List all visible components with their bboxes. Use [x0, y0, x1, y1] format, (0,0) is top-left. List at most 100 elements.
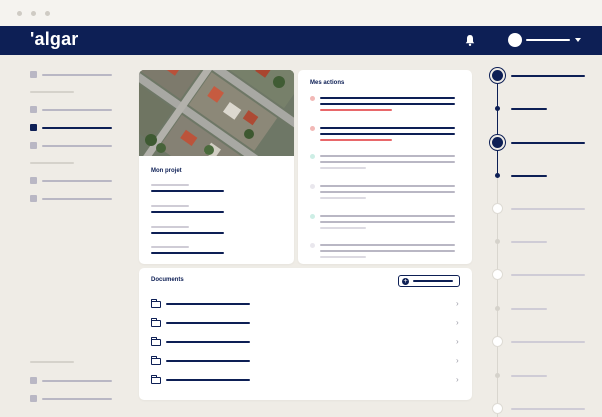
action-item-line: [320, 103, 455, 105]
timeline-step-label: [511, 75, 585, 77]
timeline-substep-label: [511, 241, 547, 243]
document-row[interactable]: [166, 303, 250, 305]
field-value: [151, 211, 224, 213]
folder-icon: [151, 375, 161, 384]
timeline-substep-label: [511, 375, 547, 377]
chevron-down-icon[interactable]: [575, 38, 581, 42]
timeline-substep-pending[interactable]: [495, 306, 500, 311]
timeline-substep-completed[interactable]: [495, 106, 500, 111]
action-status-dot-late: [310, 96, 315, 101]
timeline-step-completed[interactable]: [492, 70, 503, 81]
brand-logo[interactable]: 'algar: [30, 29, 79, 50]
action-status-dot-pending: [310, 184, 315, 189]
sidebar-item-icon: [30, 195, 37, 202]
action-item-done[interactable]: [320, 155, 455, 157]
action-due: [320, 167, 366, 169]
documents-card-title: Documents: [151, 277, 184, 283]
plus-icon: +: [402, 278, 409, 285]
field-label: [151, 226, 189, 228]
action-due-late: [320, 139, 392, 141]
sidebar-item-icon: [30, 177, 37, 184]
action-status-dot-done: [310, 214, 315, 219]
action-item-done[interactable]: [320, 215, 455, 217]
sidebar-item-active[interactable]: [42, 127, 112, 129]
action-item-line: [320, 191, 455, 193]
chevron-right-icon[interactable]: ›: [456, 337, 459, 346]
sidebar-item[interactable]: [42, 145, 112, 147]
folder-icon: [151, 299, 161, 308]
timeline-substep-label: [511, 308, 547, 310]
sidebar-item-icon-active: [30, 124, 37, 131]
sidebar-item[interactable]: [42, 74, 112, 76]
sidebar-item-icon: [30, 377, 37, 384]
action-item-line: [320, 161, 455, 163]
sidebar-item[interactable]: [42, 180, 112, 182]
user-name-placeholder[interactable]: [526, 39, 570, 41]
action-item-line: [320, 133, 455, 135]
action-status-dot-done: [310, 154, 315, 159]
document-row[interactable]: [166, 322, 250, 324]
timeline-progress: [497, 75, 498, 177]
field-value: [151, 252, 224, 254]
field-value: [151, 232, 224, 234]
timeline-step-pending[interactable]: [492, 403, 503, 414]
chevron-right-icon[interactable]: ›: [456, 299, 459, 308]
sidebar-section-label: [30, 162, 74, 164]
document-row[interactable]: [166, 379, 250, 381]
timeline-substep-pending[interactable]: [495, 373, 500, 378]
sidebar-section-label: [30, 91, 74, 93]
sidebar-item[interactable]: [42, 398, 112, 400]
folder-icon: [151, 318, 161, 327]
add-document-button[interactable]: +: [398, 275, 460, 287]
add-document-label: [413, 280, 453, 282]
action-item[interactable]: [320, 127, 455, 129]
chevron-right-icon[interactable]: ›: [456, 318, 459, 327]
document-row[interactable]: [166, 341, 250, 343]
timeline-substep-label: [511, 108, 547, 110]
minimize-window-dot[interactable]: [31, 11, 36, 16]
folder-icon: [151, 337, 161, 346]
timeline-substep-label: [511, 175, 547, 177]
field-label: [151, 246, 189, 248]
maximize-window-dot[interactable]: [45, 11, 50, 16]
project-card-title: Mon projet: [151, 168, 182, 174]
action-item[interactable]: [320, 97, 455, 99]
action-due: [320, 197, 366, 199]
timeline-step-completed[interactable]: [492, 137, 503, 148]
timeline-substep-pending[interactable]: [495, 239, 500, 244]
field-value: [151, 190, 224, 192]
timeline-step-pending[interactable]: [492, 269, 503, 280]
sidebar-section-label: [30, 361, 74, 363]
window-titlebar: [0, 0, 602, 26]
field-label: [151, 184, 189, 186]
sidebar-item[interactable]: [42, 380, 112, 382]
actions-card-title: Mes actions: [310, 80, 345, 86]
action-item-done[interactable]: [320, 244, 455, 246]
action-due: [320, 227, 366, 229]
action-item-line: [320, 221, 455, 223]
action-item-done[interactable]: [320, 185, 455, 187]
action-status-dot-pending: [310, 243, 315, 248]
sidebar-item-icon: [30, 142, 37, 149]
field-label: [151, 205, 189, 207]
close-window-dot[interactable]: [17, 11, 22, 16]
timeline-step-label: [511, 142, 585, 144]
action-due-late: [320, 109, 392, 111]
chevron-right-icon[interactable]: ›: [456, 375, 459, 384]
chevron-right-icon[interactable]: ›: [456, 356, 459, 365]
timeline-step-pending[interactable]: [492, 203, 503, 214]
action-due: [320, 256, 366, 258]
aerial-map-image[interactable]: [139, 70, 294, 156]
app-header: 'algar: [0, 26, 602, 55]
timeline-step-label: [511, 341, 585, 343]
user-avatar[interactable]: [508, 33, 522, 47]
timeline-substep-completed[interactable]: [495, 173, 500, 178]
sidebar-item[interactable]: [42, 198, 112, 200]
timeline-step-label: [511, 274, 585, 276]
timeline-step-pending[interactable]: [492, 336, 503, 347]
bell-icon[interactable]: [464, 34, 476, 47]
folder-icon: [151, 356, 161, 365]
sidebar-item[interactable]: [42, 109, 112, 111]
sidebar-item-icon: [30, 71, 37, 78]
document-row[interactable]: [166, 360, 250, 362]
